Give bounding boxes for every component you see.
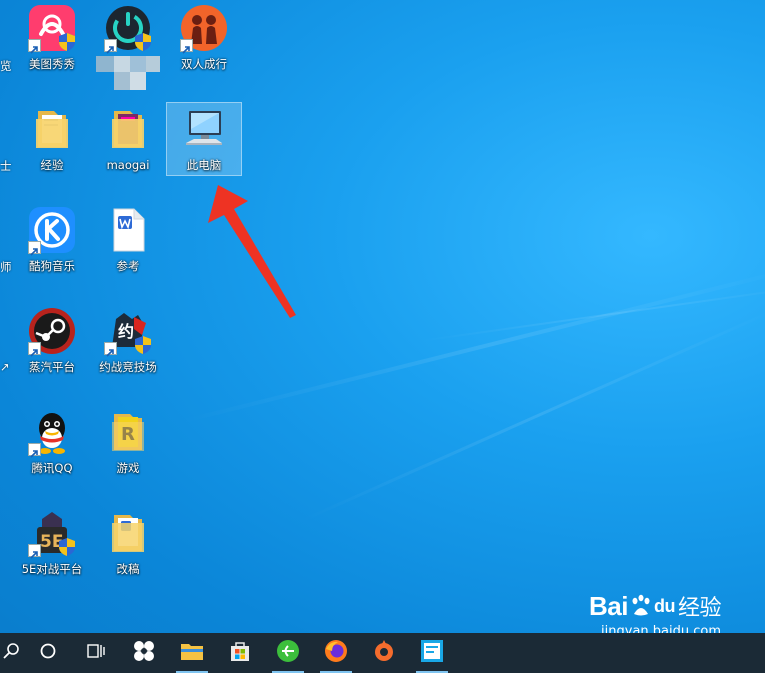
desktop[interactable]: 览 士 师 ↗ 美图秀秀 双人成行 经验 maogai 此电脑 酷狗音乐 参考 … — [0, 0, 765, 673]
watermark-brand-bai: Bai — [589, 590, 628, 621]
shortcut-arrow-icon — [28, 342, 41, 357]
desktop-item-yuezhan[interactable]: 约 约战竞技场 — [91, 305, 165, 377]
desktop-item-steam[interactable]: 蒸汽平台 — [15, 305, 89, 377]
tencent-qq-icon — [28, 408, 76, 458]
microsoft-store-icon — [229, 640, 251, 666]
desktop-item-label: 蒸汽平台 — [29, 360, 75, 374]
desktop-item-label: 约战竞技场 — [99, 360, 157, 374]
desktop-item-label: 5E对战平台 — [21, 562, 83, 576]
edge-label-3[interactable]: 师 — [0, 259, 12, 275]
watermark-brand-du: du — [653, 595, 676, 616]
desktop-item-label: 腾讯QQ — [31, 461, 73, 475]
baidu-jingyan-watermark: Bai du 经验 jingyan.baidu.com — [589, 590, 722, 640]
search-icon — [3, 642, 21, 664]
yuezhan-arena-icon: 约 — [104, 307, 152, 357]
desktop-item-it-takes-two[interactable]: 双人成行 — [167, 2, 241, 74]
desktop-item-folder-maogai[interactable]: maogai — [91, 103, 165, 175]
desktop-item-meitu[interactable]: 美图秀秀 — [15, 2, 89, 74]
uac-shield-icon — [135, 336, 151, 354]
file-explorer-icon — [180, 640, 204, 666]
steam-icon — [28, 307, 76, 357]
taskbar-green-browser[interactable] — [264, 633, 312, 673]
desktop-item-label: 经验 — [40, 158, 64, 172]
desktop-item-label: 游戏 — [116, 461, 140, 475]
firefox-icon — [324, 639, 348, 667]
desktop-item-label: 改稿 — [116, 562, 140, 576]
svg-text:约: 约 — [118, 322, 134, 341]
taskbar-task-view-button[interactable] — [72, 633, 120, 673]
news-app-icon — [420, 639, 444, 667]
meitu-xiuxiu-icon — [28, 4, 76, 54]
edge-label-1[interactable]: 览 — [0, 58, 12, 74]
blurred-label-mosaic — [96, 56, 160, 90]
watermark-brand-jingyan: 经验 — [677, 596, 722, 621]
this-pc-icon — [180, 105, 228, 153]
app-blurred-icon — [104, 4, 152, 54]
taskbar — [0, 633, 765, 673]
origin-icon — [372, 639, 396, 667]
desktop-item-label: maogai — [106, 158, 150, 172]
shortcut-arrow-icon — [180, 39, 193, 54]
it-takes-two-icon — [180, 4, 228, 54]
5e-platform-icon: 5E — [28, 509, 76, 559]
desktop-item-doc-cankao[interactable]: 参考 — [91, 204, 165, 276]
desktop-item-label: 参考 — [116, 259, 140, 273]
folder-gaigao-icon — [104, 509, 152, 557]
shortcut-arrow-icon — [28, 39, 41, 54]
desktop-item-blurred[interactable] — [91, 2, 165, 90]
desktop-item-5e[interactable]: 5E 5E对战平台 — [15, 507, 89, 579]
uac-shield-icon — [59, 538, 75, 556]
uac-shield-icon — [135, 33, 151, 51]
folder-maogai-icon — [104, 105, 152, 153]
taskbar-search-button[interactable] — [0, 633, 24, 673]
taskbar-news-app[interactable] — [408, 633, 456, 673]
kugou-music-icon — [28, 206, 76, 256]
cortana-icon — [39, 642, 57, 664]
edge-label-4[interactable]: ↗ — [0, 360, 10, 374]
desktop-item-label: 酷狗音乐 — [29, 259, 75, 273]
edge-label-2[interactable]: 士 — [0, 158, 12, 174]
pinwheel-app-icon — [132, 639, 156, 667]
desktop-item-folder-gaigao[interactable]: 改稿 — [91, 507, 165, 579]
taskbar-microsoft-store[interactable] — [216, 633, 264, 673]
taskbar-pinwheel-app[interactable] — [120, 633, 168, 673]
desktop-item-folder-games[interactable]: R 游戏 — [91, 406, 165, 478]
red-pointer-arrow — [208, 185, 296, 318]
shortcut-arrow-icon — [104, 342, 117, 357]
taskbar-file-explorer[interactable] — [168, 633, 216, 673]
taskbar-origin[interactable] — [360, 633, 408, 673]
shortcut-arrow-icon — [104, 39, 117, 54]
browser-green-icon — [276, 639, 300, 667]
shortcut-arrow-icon — [28, 241, 41, 256]
word-document-icon — [104, 206, 152, 254]
uac-shield-icon — [59, 33, 75, 51]
folder-games-icon: R — [104, 408, 152, 456]
desktop-item-label: 双人成行 — [181, 57, 227, 71]
task-view-icon — [86, 642, 106, 664]
paw-icon — [629, 594, 653, 618]
desktop-item-kugou[interactable]: 酷狗音乐 — [15, 204, 89, 276]
desktop-item-folder-jingyan[interactable]: 经验 — [15, 103, 89, 175]
desktop-item-qq[interactable]: 腾讯QQ — [15, 406, 89, 478]
folder-jingyan-icon — [28, 105, 76, 153]
desktop-item-this-pc[interactable]: 此电脑 — [166, 102, 242, 176]
desktop-item-label: 此电脑 — [186, 158, 222, 172]
desktop-item-label: 美图秀秀 — [29, 57, 75, 71]
taskbar-cortana-button[interactable] — [24, 633, 72, 673]
shortcut-arrow-icon — [28, 443, 41, 458]
taskbar-firefox[interactable] — [312, 633, 360, 673]
shortcut-arrow-icon — [28, 544, 41, 559]
